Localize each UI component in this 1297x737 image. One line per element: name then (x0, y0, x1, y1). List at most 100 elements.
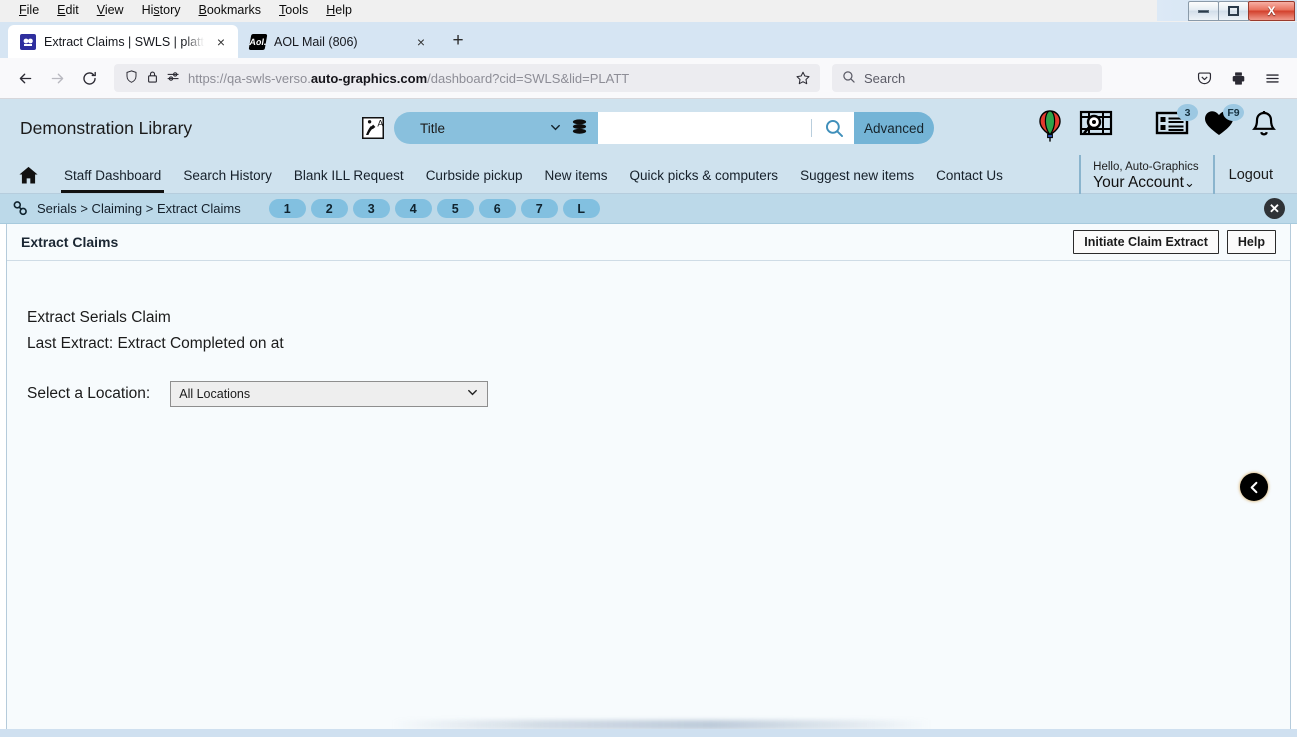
extract-heading: Extract Serials Claim (27, 309, 171, 326)
window-close-button[interactable]: X (1248, 1, 1295, 21)
search-divider (811, 119, 812, 137)
location-select-value: All Locations (179, 387, 251, 401)
tab-close-icon[interactable]: × (412, 33, 430, 51)
nav-contact-us[interactable]: Contact Us (925, 157, 1014, 193)
svg-text:A: A (377, 119, 383, 129)
home-icon[interactable] (18, 157, 53, 193)
initiate-claim-extract-button[interactable]: Initiate Claim Extract (1073, 230, 1219, 254)
app-header: Demonstration Library A Title Advanced 3… (0, 99, 1297, 157)
pill-6[interactable]: 6 (478, 199, 516, 218)
nav-curbside-pickup[interactable]: Curbside pickup (415, 157, 534, 193)
pill-7[interactable]: 7 (520, 199, 558, 218)
window-minimize-button[interactable] (1188, 1, 1219, 21)
print-icon[interactable] (1223, 63, 1253, 93)
account-greeting: Hello, Auto-Graphics (1093, 161, 1199, 173)
chevron-down-icon (466, 386, 479, 402)
bookmark-star-icon[interactable] (792, 67, 814, 89)
aol-favicon-icon: Aol. (248, 33, 268, 50)
logout-link[interactable]: Logout (1212, 155, 1283, 195)
nav-new-items[interactable]: New items (534, 157, 619, 193)
menu-file[interactable]: FFileile (10, 0, 48, 21)
search-icon (842, 70, 856, 87)
reload-button[interactable] (74, 63, 104, 93)
pill-2[interactable]: 2 (310, 199, 348, 218)
pill-l[interactable]: L (562, 199, 600, 218)
location-select[interactable]: All Locations (170, 381, 489, 407)
browser-tab-aol-mail[interactable]: Aol. AOL Mail (806) × (238, 25, 438, 58)
account-name: Your Account⌄ (1093, 174, 1195, 191)
browser-search-bar[interactable]: Search (832, 64, 1102, 92)
heart-icon[interactable]: F9 (1203, 104, 1244, 137)
save-to-pocket-icon[interactable] (1189, 63, 1219, 93)
menu-bookmarks[interactable]: Bookmarks (190, 0, 271, 21)
search-submit-icon[interactable] (822, 116, 846, 140)
url-text: https://qa-swls-verso.auto-graphics.com/… (188, 70, 630, 86)
advanced-search-button[interactable]: Advanced (854, 112, 934, 144)
tab-close-icon[interactable]: × (212, 33, 230, 51)
your-account-menu[interactable]: Hello, Auto-Graphics Your Account⌄ (1079, 155, 1212, 195)
chevron-down-icon (549, 121, 562, 137)
hamburger-menu-icon[interactable] (1257, 63, 1287, 93)
menu-view[interactable]: View (88, 0, 133, 21)
window-bottom-edge (0, 729, 1297, 737)
menu-help[interactable]: Help (317, 0, 361, 21)
window-restore-button[interactable] (1218, 1, 1249, 21)
back-button[interactable] (10, 63, 40, 93)
nav-label: Staff Dashboard (64, 167, 162, 183)
nav-label: Blank ILL Request (293, 167, 404, 183)
tab-title: Extract Claims | SWLS | platt | Au (44, 34, 204, 49)
pane-title-row: Extract Claims Initiate Claim Extract He… (7, 224, 1290, 261)
nav-label: Contact Us (936, 167, 1003, 183)
help-button[interactable]: Help (1226, 230, 1276, 254)
close-icon[interactable]: ✕ (1264, 198, 1285, 219)
nav-quick-picks-computers[interactable]: Quick picks & computers (619, 157, 790, 193)
catalog-search-input[interactable] (598, 112, 854, 144)
bell-icon[interactable] (1249, 109, 1279, 139)
forward-button[interactable] (42, 63, 72, 93)
new-tab-button[interactable]: + (444, 27, 472, 55)
menu-edit[interactable]: Edit (48, 0, 88, 21)
last-extract-status: Last Extract: Extract Completed on at (27, 335, 284, 352)
nav-label: New items (544, 167, 608, 183)
window-controls: X (1188, 1, 1295, 21)
browser-tab-extract-claims[interactable]: Extract Claims | SWLS | platt | Au × (8, 25, 238, 58)
collapse-panel-button[interactable] (1240, 473, 1268, 501)
location-row: Select a Location: All Locations (27, 381, 1290, 407)
location-label: Select a Location: (27, 385, 151, 402)
account-zone: Hello, Auto-Graphics Your Account⌄ Logou… (1079, 155, 1283, 195)
browser-window: FFileile Edit View History Bookmarks Too… (0, 0, 1297, 737)
pill-3[interactable]: 3 (352, 199, 390, 218)
pill-5[interactable]: 5 (436, 199, 474, 218)
search-index-value: Title (420, 120, 446, 136)
pane-body: Extract Serials Claim Last Extract: Extr… (7, 261, 1290, 730)
url-bar[interactable]: https://qa-swls-verso.auto-graphics.com/… (114, 64, 820, 92)
menu-tools[interactable]: Tools (270, 0, 317, 21)
search-index-select[interactable]: Title (394, 112, 598, 144)
permissions-icon[interactable] (166, 70, 181, 86)
breadcrumb-text[interactable]: Serials > Claiming > Extract Claims (37, 201, 241, 216)
nav-blank-ill-request[interactable]: Blank ILL Request (283, 157, 415, 193)
tab-title: AOL Mail (806) (274, 34, 358, 49)
film-search-icon[interactable] (1079, 109, 1113, 141)
database-icon[interactable] (571, 118, 588, 140)
nav-suggest-new-items[interactable]: Suggest new items (789, 157, 925, 193)
nav-staff-dashboard[interactable]: Staff Dashboard (53, 157, 172, 193)
pill-1[interactable]: 1 (268, 199, 306, 218)
heart-badge: F9 (1223, 104, 1244, 121)
toolbar-right-group (1189, 63, 1287, 93)
nav-label: Search History (183, 167, 272, 183)
tab-strip: Extract Claims | SWLS | platt | Au × Aol… (0, 22, 1297, 58)
menu-history[interactable]: History (133, 0, 190, 21)
shield-icon (124, 69, 139, 87)
balloon-icon[interactable] (1035, 109, 1065, 143)
browser-navigation-toolbar: https://qa-swls-verso.auto-graphics.com/… (0, 58, 1297, 99)
nav-label: Suggest new items (800, 167, 915, 183)
translate-icon[interactable]: A (360, 115, 386, 141)
browser-search-placeholder: Search (864, 70, 906, 86)
list-icon[interactable]: 3 (1155, 104, 1198, 137)
pill-4[interactable]: 4 (394, 199, 432, 218)
list-badge: 3 (1177, 104, 1198, 121)
library-name: Demonstration Library (20, 117, 193, 138)
page-pills: 1 2 3 4 5 6 7 L (268, 199, 600, 218)
nav-search-history[interactable]: Search History (172, 157, 283, 193)
